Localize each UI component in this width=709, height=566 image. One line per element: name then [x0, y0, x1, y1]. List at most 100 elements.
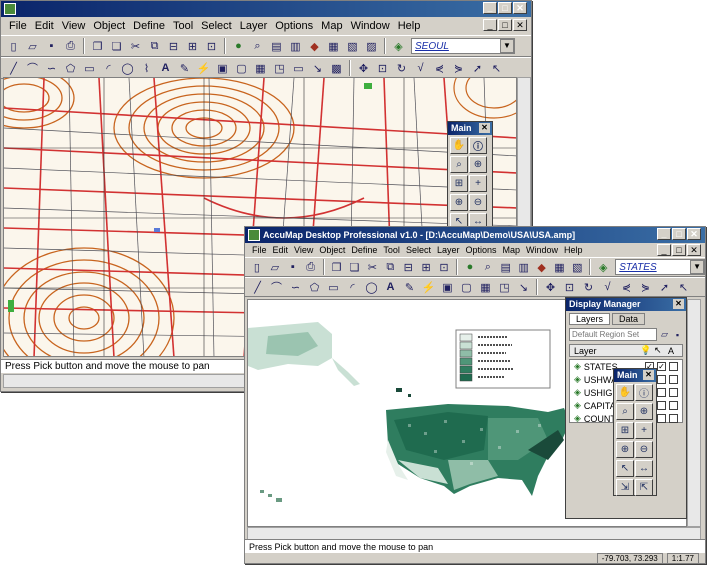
zoom-out-icon[interactable]: ⊖	[469, 194, 487, 211]
search-icon[interactable]: ⌕	[249, 38, 266, 55]
query-icon[interactable]: ▤	[268, 38, 285, 55]
style-icon[interactable]: ◆	[306, 38, 323, 55]
move-icon[interactable]: ✥	[355, 60, 372, 77]
select-arrow-icon[interactable]: ↖	[616, 460, 634, 477]
layer-label-checkbox[interactable]	[669, 401, 678, 410]
vertex-icon[interactable]: √	[599, 279, 616, 296]
palette-close-button[interactable]: ✕	[643, 370, 654, 380]
cut-icon[interactable]: ✂	[364, 259, 380, 276]
menu-layer[interactable]: Layer	[236, 20, 272, 32]
layer-selectable-checkbox[interactable]	[657, 375, 666, 384]
tab-layers[interactable]: Layers	[569, 313, 611, 325]
merge-icon[interactable]: ⋟	[450, 60, 467, 77]
open-icon[interactable]: ▱	[267, 259, 283, 276]
freehand-tool-icon[interactable]: ∽	[287, 279, 304, 296]
doc-restore-button[interactable]: □	[498, 19, 512, 31]
rectangle-tool-icon[interactable]: ▭	[81, 60, 98, 77]
globe-icon[interactable]: ●	[462, 259, 478, 276]
front-vertical-scrollbar[interactable]	[687, 299, 701, 527]
layer-label-checkbox[interactable]	[669, 414, 678, 423]
paste-icon[interactable]: ❏	[108, 38, 125, 55]
zoom-in-icon[interactable]: +	[469, 175, 487, 192]
chevron-down-icon[interactable]: ▼	[500, 39, 514, 53]
layer-icon[interactable]: ◈	[595, 259, 611, 276]
zoom-in-icon[interactable]: +	[635, 422, 653, 439]
ungroup-icon[interactable]: ⊡	[436, 259, 452, 276]
folder-icon[interactable]: ▱	[659, 329, 670, 341]
new-icon[interactable]: ▯	[5, 38, 22, 55]
text-tool-icon[interactable]: A	[382, 279, 399, 296]
group-icon[interactable]: ⊞	[418, 259, 434, 276]
report-icon[interactable]: ▧	[569, 259, 585, 276]
menu-select[interactable]: Select	[403, 245, 434, 255]
save-icon[interactable]: ▪	[43, 38, 60, 55]
rectangle-tool-icon[interactable]: ▭	[325, 279, 342, 296]
style-icon[interactable]: ◆	[534, 259, 550, 276]
image-tool-icon[interactable]: ▣	[214, 60, 231, 77]
select-arrow-icon[interactable]: ↖	[488, 60, 505, 77]
ellipse-tool-icon[interactable]: ◯	[363, 279, 380, 296]
save-icon[interactable]: ▪	[672, 329, 683, 341]
menu-view[interactable]: View	[58, 20, 90, 32]
menu-object[interactable]: Object	[89, 20, 129, 32]
frame-tool-icon[interactable]: ▢	[233, 60, 250, 77]
zoom-extent-icon[interactable]: ⊞	[450, 175, 468, 192]
back-main-palette-titlebar[interactable]: Main ✕	[448, 122, 492, 135]
frame-tool-icon[interactable]: ▢	[458, 279, 475, 296]
tab-data[interactable]: Data	[612, 313, 646, 325]
table-tool-icon[interactable]: ▦	[477, 279, 494, 296]
front-window-titlebar[interactable]: AccuMap Desktop Professional v1.0 - [D:\…	[245, 227, 705, 243]
layer-selectable-checkbox[interactable]: ✓	[657, 362, 666, 371]
magnifier-icon[interactable]: ⌕	[450, 156, 468, 173]
polygon-tool-icon[interactable]: ⬠	[62, 60, 79, 77]
menu-options[interactable]: Options	[271, 20, 317, 32]
search-icon[interactable]: ⌕	[480, 259, 496, 276]
doc-minimize-button[interactable]: _	[483, 19, 497, 31]
back-window-titlebar[interactable]: _ □ ✕	[1, 1, 531, 17]
minimize-button[interactable]: _	[657, 228, 671, 240]
menu-view[interactable]: View	[291, 245, 316, 255]
freehand-tool-icon[interactable]: ∽	[43, 60, 60, 77]
copy-icon[interactable]: ❐	[329, 259, 345, 276]
zoom-window-icon[interactable]: ⊕	[635, 403, 653, 420]
route-icon[interactable]: ⇲	[616, 479, 634, 496]
callout-tool-icon[interactable]: ◳	[271, 60, 288, 77]
paste-icon[interactable]: ❏	[347, 259, 363, 276]
resize-icon[interactable]: ⊡	[374, 60, 391, 77]
layer-label-checkbox[interactable]	[669, 388, 678, 397]
arc-tool-icon[interactable]: ◜	[344, 279, 361, 296]
layer-selectable-checkbox[interactable]	[657, 401, 666, 410]
table-tool-icon[interactable]: ▦	[252, 60, 269, 77]
menu-select[interactable]: Select	[197, 20, 236, 32]
pan-hand-icon[interactable]: ✋	[616, 384, 634, 401]
move-icon[interactable]: ✥	[542, 279, 559, 296]
layout-icon[interactable]: ▦	[552, 259, 568, 276]
vertex-icon[interactable]: √	[412, 60, 429, 77]
zoom-in-icon[interactable]: ⊕	[616, 441, 634, 458]
symbol-tool-icon[interactable]: ✎	[401, 279, 418, 296]
menu-file[interactable]: File	[5, 20, 31, 32]
info-icon[interactable]: ⓘ	[635, 384, 653, 401]
magnifier-icon[interactable]: ⌕	[616, 403, 634, 420]
info-icon[interactable]: ⓘ	[469, 137, 487, 154]
arc-tool-icon[interactable]: ◜	[100, 60, 117, 77]
cut-icon[interactable]: ✂	[127, 38, 144, 55]
zoom-in-icon[interactable]: ⊕	[450, 194, 468, 211]
zoom-window-icon[interactable]: ⊕	[469, 156, 487, 173]
rotate-icon[interactable]: ↻	[393, 60, 410, 77]
split-icon[interactable]: ⋞	[618, 279, 635, 296]
curve-tool-icon[interactable]: ⌇	[138, 60, 155, 77]
measure-tool-icon[interactable]: ↘	[515, 279, 532, 296]
chevron-down-icon[interactable]: ▼	[690, 260, 705, 274]
layer-selectable-checkbox[interactable]	[657, 388, 666, 397]
pointer-icon[interactable]: ➚	[469, 60, 486, 77]
doc-minimize-button[interactable]: _	[657, 244, 671, 256]
region-set-input[interactable]	[569, 328, 657, 341]
duplicate-icon[interactable]: ⧉	[146, 38, 163, 55]
query-icon[interactable]: ▤	[498, 259, 514, 276]
new-icon[interactable]: ▯	[249, 259, 265, 276]
front-main-palette-titlebar[interactable]: Main ✕	[614, 369, 656, 382]
duplicate-icon[interactable]: ⧉	[382, 259, 398, 276]
ungroup-icon[interactable]: ⊡	[203, 38, 220, 55]
menu-define[interactable]: Define	[129, 20, 169, 32]
